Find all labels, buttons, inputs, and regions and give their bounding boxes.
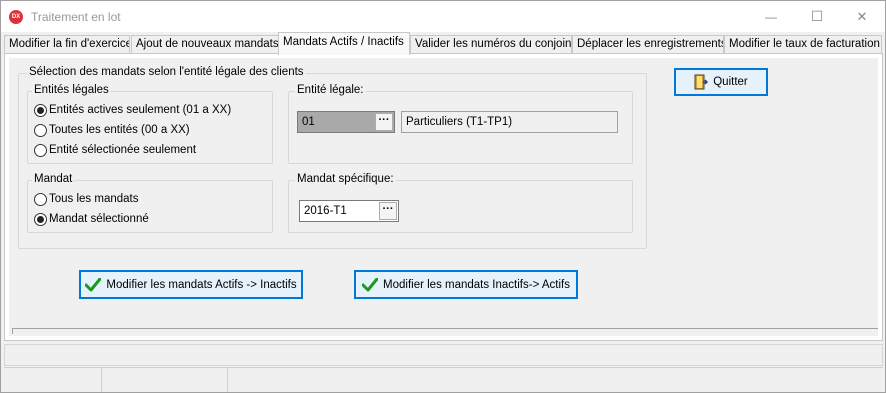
radio-label: Entités actives seulement (01 a XX) bbox=[49, 104, 232, 116]
tab-label: Ajout de nouveaux mandats bbox=[136, 38, 279, 50]
ellipsis-icon: ··· bbox=[382, 203, 394, 215]
quit-label: Quitter bbox=[713, 76, 748, 88]
main-window: DX Traitement en lot — ☐ ✕ Modifier la f… bbox=[0, 0, 886, 393]
radio-label: Entité sélectionée seulement bbox=[49, 144, 197, 156]
mandat-specifique-field[interactable]: 2016-T1 ··· bbox=[299, 200, 399, 222]
entity-description-field: Particuliers (T1-TP1) bbox=[401, 111, 618, 133]
radio-label: Tous les mandats bbox=[49, 193, 139, 205]
exit-door-icon bbox=[694, 74, 709, 90]
selection-group-title: Sélection des mandats selon l'entité lég… bbox=[27, 66, 306, 78]
radio-toutes-entites[interactable]: Toutes les entités (00 a XX) bbox=[34, 122, 190, 138]
checkmark-icon bbox=[362, 277, 379, 292]
window-title: Traitement en lot bbox=[31, 10, 121, 24]
inactifs-to-actifs-button[interactable]: Modifier les mandats Inactifs-> Actifs bbox=[354, 270, 578, 299]
mandat-specifique-title: Mandat spécifique: bbox=[295, 173, 396, 185]
radio-tous-mandats[interactable]: Tous les mandats bbox=[34, 191, 139, 207]
mandat-specifique-group: Mandat spécifique: 2016-T1 ··· bbox=[288, 173, 633, 233]
tab-label: Mandats Actifs / Inactifs bbox=[283, 36, 404, 48]
actifs-to-inactifs-button[interactable]: Modifier les mandats Actifs -> Inactifs bbox=[79, 270, 303, 299]
mandat-browse-button[interactable]: ··· bbox=[379, 202, 397, 220]
status-cell bbox=[4, 368, 102, 392]
entities-group: Entités légales Entités actives seulemen… bbox=[27, 84, 273, 164]
tab-fin-exercice[interactable]: Modifier la fin d'exercice bbox=[4, 35, 130, 54]
entity-browse-button[interactable]: ··· bbox=[375, 113, 393, 131]
panel-divider bbox=[12, 328, 878, 334]
info-strip bbox=[4, 344, 883, 366]
close-button[interactable]: ✕ bbox=[839, 1, 885, 32]
status-cell bbox=[228, 368, 883, 392]
tab-label: Déplacer les enregistrements bbox=[577, 38, 724, 50]
maximize-button[interactable]: ☐ bbox=[794, 1, 840, 32]
radio-unchecked-icon bbox=[34, 143, 47, 157]
minimize-icon: — bbox=[765, 9, 777, 24]
app-logo-icon: DX bbox=[9, 10, 23, 24]
tab-valider-conjoint[interactable]: Valider les numéros du conjoint bbox=[410, 35, 572, 54]
radio-label: Toutes les entités (00 a XX) bbox=[49, 124, 190, 136]
tab-ajout-mandats[interactable]: Ajout de nouveaux mandats bbox=[131, 35, 279, 54]
tab-label: Modifier la fin d'exercice bbox=[9, 38, 130, 50]
quit-button[interactable]: Quitter bbox=[674, 68, 768, 96]
inactifs-to-actifs-label: Modifier les mandats Inactifs-> Actifs bbox=[383, 278, 570, 291]
radio-label: Mandat sélectionné bbox=[49, 213, 149, 225]
checkmark-icon bbox=[85, 277, 102, 292]
entity-legale-title: Entité légale: bbox=[295, 84, 366, 96]
minimize-button[interactable]: — bbox=[748, 1, 794, 32]
status-bar bbox=[4, 367, 883, 392]
tab-mandats-actifs-inactifs[interactable]: Mandats Actifs / Inactifs bbox=[278, 32, 410, 55]
entity-legale-group: Entité légale: 01 ··· Particuliers (T1-T… bbox=[288, 84, 633, 164]
entity-code-value: 01 bbox=[302, 116, 315, 128]
tab-panel-content: Sélection des mandats selon l'entité lég… bbox=[9, 58, 878, 336]
ellipsis-icon: ··· bbox=[378, 114, 390, 126]
entity-code-field[interactable]: 01 ··· bbox=[297, 111, 395, 133]
tab-taux-facturation[interactable]: Modifier le taux de facturation bbox=[724, 35, 882, 54]
radio-entite-selectionee[interactable]: Entité sélectionée seulement bbox=[34, 142, 196, 158]
radio-unchecked-icon bbox=[34, 123, 47, 137]
title-bar: DX Traitement en lot — ☐ ✕ bbox=[1, 1, 885, 32]
tab-strip: Modifier la fin d'exercice Ajout de nouv… bbox=[4, 32, 883, 55]
radio-unchecked-icon bbox=[34, 192, 47, 206]
mandat-group: Mandat Tous les mandats Mandat sélection… bbox=[27, 173, 273, 233]
tab-panel: Sélection des mandats selon l'entité lég… bbox=[4, 53, 883, 341]
close-icon: ✕ bbox=[856, 8, 868, 24]
entities-group-title: Entités légales bbox=[32, 84, 111, 96]
mandat-specifique-value: 2016-T1 bbox=[304, 205, 347, 217]
selection-group: Sélection des mandats selon l'entité lég… bbox=[18, 66, 647, 249]
actifs-to-inactifs-label: Modifier les mandats Actifs -> Inactifs bbox=[106, 278, 297, 291]
radio-mandat-selectionne[interactable]: Mandat sélectionné bbox=[34, 211, 149, 227]
radio-entites-actives[interactable]: Entités actives seulement (01 a XX) bbox=[34, 102, 231, 118]
entity-description-value: Particuliers (T1-TP1) bbox=[406, 116, 513, 128]
mandat-group-title: Mandat bbox=[32, 173, 75, 185]
tab-label: Modifier le taux de facturation bbox=[729, 38, 880, 50]
tab-deplacer-enregistrements[interactable]: Déplacer les enregistrements bbox=[572, 35, 724, 54]
status-cell bbox=[102, 368, 228, 392]
radio-checked-icon bbox=[34, 212, 47, 226]
maximize-icon: ☐ bbox=[810, 8, 824, 24]
tab-label: Valider les numéros du conjoint bbox=[415, 38, 572, 50]
radio-checked-icon bbox=[34, 103, 47, 117]
